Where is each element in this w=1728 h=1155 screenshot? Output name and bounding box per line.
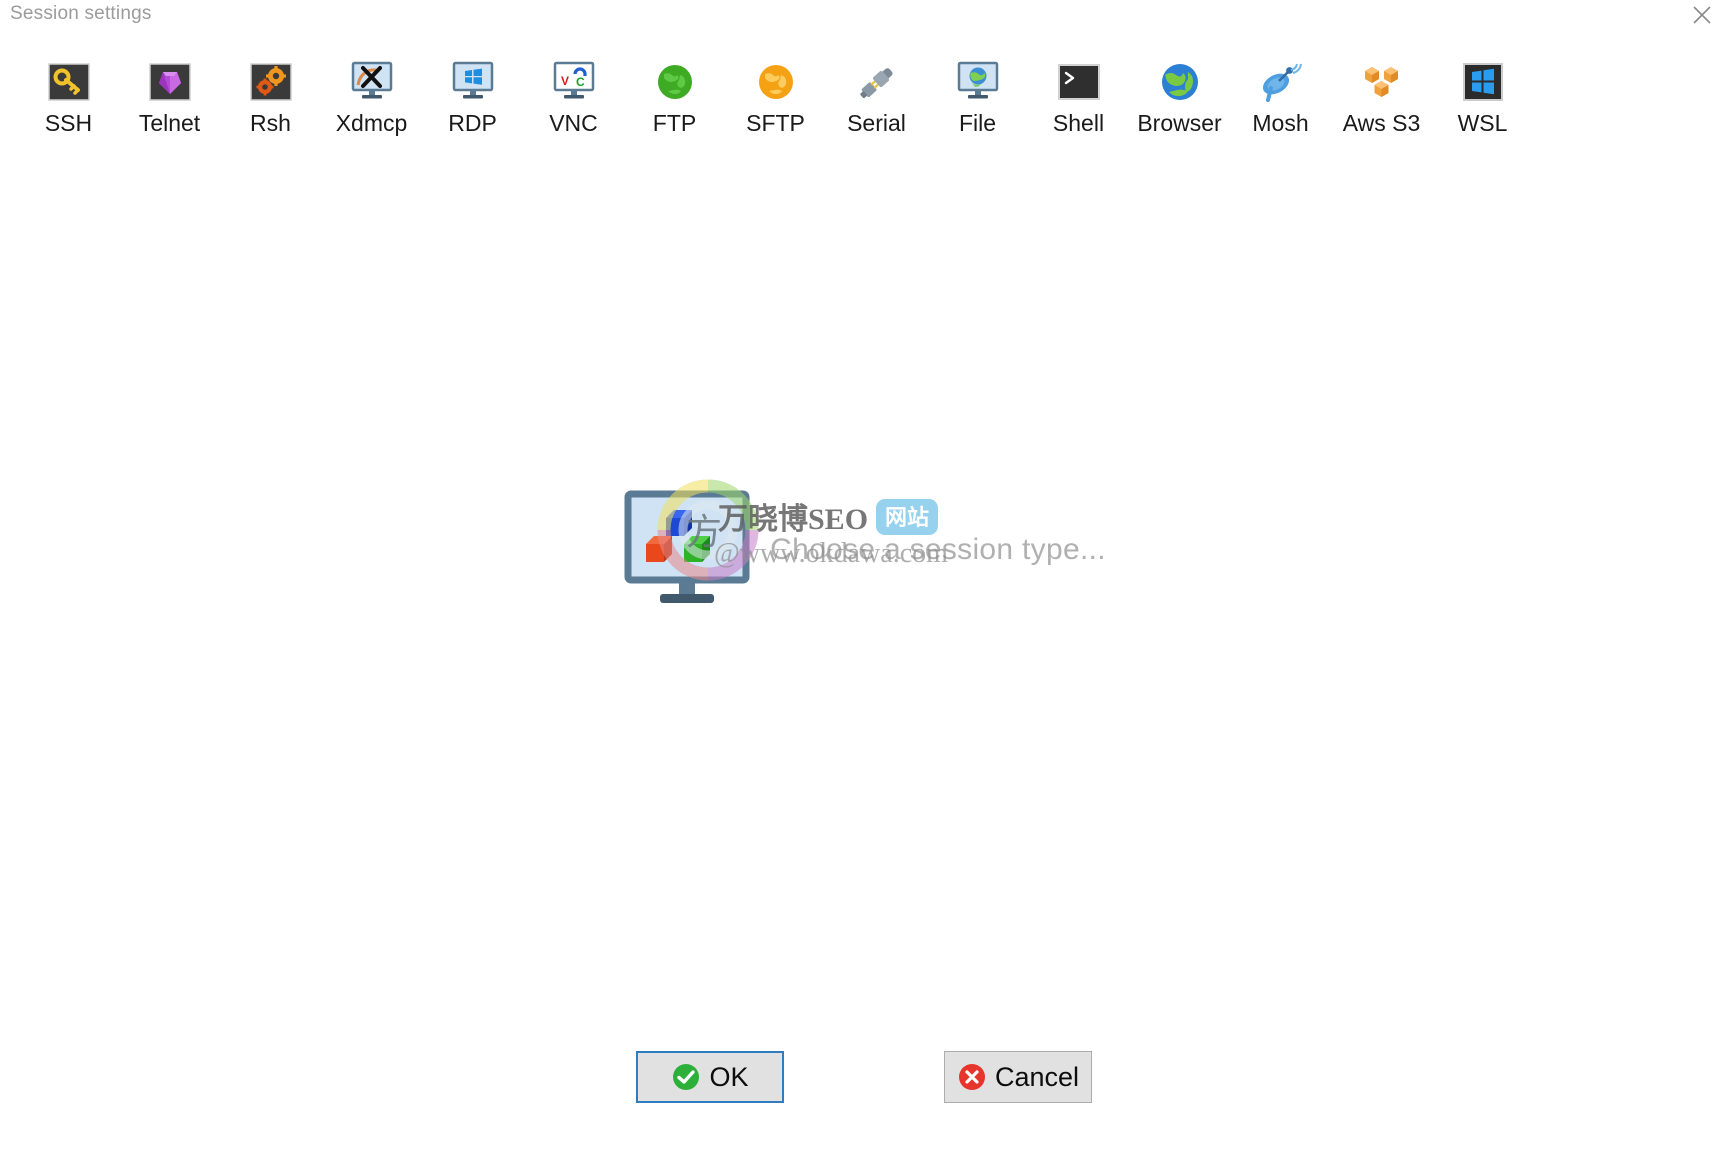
session-type-telnet[interactable]: Telnet <box>119 58 220 135</box>
window-title: Session settings <box>10 3 152 24</box>
session-type-file[interactable]: File <box>927 58 1028 135</box>
ftp-green-globe-icon <box>651 58 699 106</box>
browser-globe-icon <box>1156 58 1204 106</box>
dialog-button-row: OK Cancel <box>0 1051 1728 1103</box>
session-type-label: FTP <box>652 110 697 136</box>
wsl-windows-icon <box>1459 58 1507 106</box>
session-type-mosh[interactable]: Mosh <box>1230 58 1331 135</box>
session-type-label: Aws S3 <box>1342 110 1421 136</box>
ok-button-label: OK <box>709 1061 749 1092</box>
session-type-ssh[interactable]: SSH <box>18 58 119 135</box>
cancel-button-label: Cancel <box>994 1061 1080 1092</box>
session-type-label: Shell <box>1052 110 1105 136</box>
vnc-monitor-icon: V C <box>550 58 598 106</box>
session-type-label: VNC <box>549 110 598 136</box>
session-type-xdmcp[interactable]: Xdmcp <box>321 58 422 135</box>
empty-state: Choose a session type... <box>0 470 1728 630</box>
session-type-rdp[interactable]: RDP <box>422 58 523 135</box>
session-type-shell[interactable]: Shell <box>1028 58 1129 135</box>
shell-terminal-icon <box>1055 58 1103 106</box>
session-type-label: Rsh <box>250 110 291 136</box>
rsh-gears-icon <box>247 58 295 106</box>
session-type-label: Xdmcp <box>335 110 408 136</box>
aws-s3-cubes-icon <box>1358 58 1406 106</box>
sftp-orange-globe-icon <box>752 58 800 106</box>
session-type-label: Telnet <box>138 110 201 136</box>
titlebar: Session settings <box>0 0 1728 34</box>
empty-state-text: Choose a session type... <box>770 533 1106 566</box>
ssh-key-icon <box>45 58 93 106</box>
session-type-label: Browser <box>1137 110 1222 136</box>
mosh-satellite-icon <box>1257 58 1305 106</box>
session-type-rsh[interactable]: Rsh <box>220 58 321 135</box>
session-type-vnc[interactable]: V C VNC <box>523 58 624 135</box>
svg-text:V: V <box>561 74 569 88</box>
session-settings-dialog: Session settings SSH Telnet Rsh Xdmcp RD… <box>0 0 1728 1155</box>
session-type-label: SFTP <box>746 110 805 136</box>
session-type-label: Mosh <box>1252 110 1309 136</box>
session-type-label: RDP <box>448 110 497 136</box>
monitor-cubes-icon <box>622 490 752 610</box>
session-type-label: SSH <box>44 110 93 136</box>
session-type-sftp[interactable]: SFTP <box>725 58 826 135</box>
cancel-button[interactable]: Cancel <box>944 1051 1092 1103</box>
session-type-list: SSH Telnet Rsh Xdmcp RDP V C VNC FTP SFT… <box>18 58 1718 158</box>
session-type-ftp[interactable]: FTP <box>624 58 725 135</box>
session-type-label: Serial <box>847 110 906 136</box>
file-monitor-globe-icon <box>954 58 1002 106</box>
session-type-wsl[interactable]: WSL <box>1432 58 1533 135</box>
close-button[interactable] <box>1682 0 1722 30</box>
svg-text:C: C <box>576 75 585 89</box>
session-type-label: WSL <box>1457 110 1508 136</box>
session-type-serial[interactable]: Serial <box>826 58 927 135</box>
ok-button[interactable]: OK <box>636 1051 784 1103</box>
telnet-crystal-icon <box>146 58 194 106</box>
serial-plug-icon <box>853 58 901 106</box>
xdmcp-monitor-x-icon <box>348 58 396 106</box>
session-type-browser[interactable]: Browser <box>1129 58 1230 135</box>
green-check-icon <box>671 1062 701 1092</box>
session-type-label: File <box>958 110 997 136</box>
session-type-aws-s3[interactable]: Aws S3 <box>1331 58 1432 135</box>
close-icon <box>1691 4 1713 26</box>
red-x-icon <box>957 1062 987 1092</box>
rdp-monitor-windows-icon <box>449 58 497 106</box>
